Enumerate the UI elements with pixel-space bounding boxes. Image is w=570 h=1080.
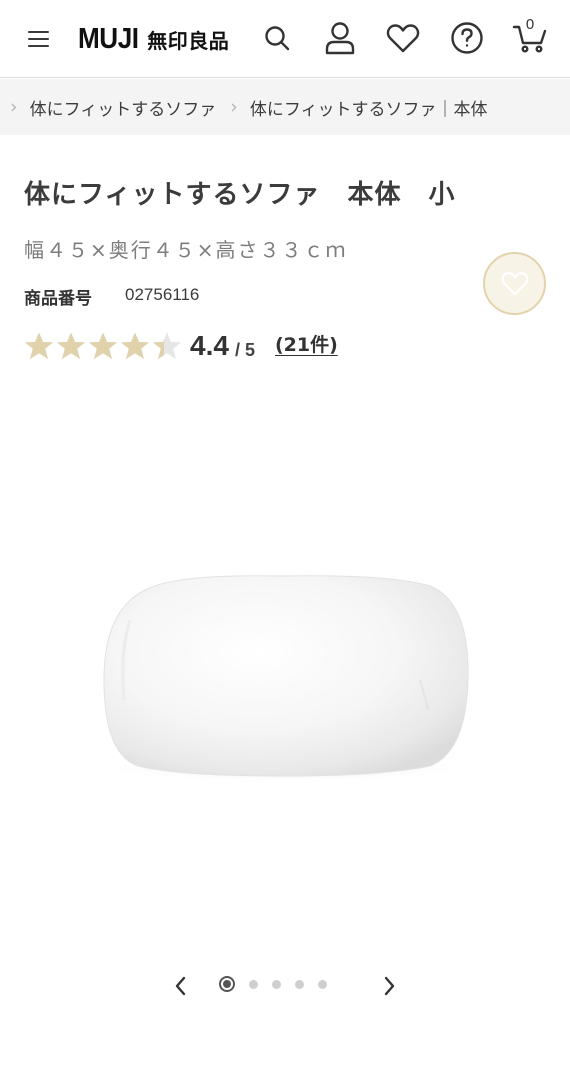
carousel-dots	[219, 976, 327, 992]
product-size: 幅４５×奥行４５×高さ３３ｃｍ	[24, 238, 348, 262]
image-carousel-nav	[165, 970, 405, 1002]
muji-logo[interactable]: MUJI 無印良品	[78, 22, 229, 56]
menu-icon[interactable]	[27, 29, 51, 49]
add-to-favorites-button[interactable]	[483, 252, 546, 315]
product-image[interactable]	[0, 380, 570, 960]
rating-score: 4.4	[190, 330, 229, 361]
cart-count-badge: 0	[525, 16, 535, 33]
search-icon[interactable]	[257, 18, 297, 58]
carousel-dot[interactable]	[318, 979, 327, 989]
carousel-dot[interactable]	[219, 976, 235, 992]
cart-icon[interactable]: 0	[510, 16, 550, 58]
site-header: MUJI 無印良品 0	[0, 0, 570, 78]
breadcrumb-link[interactable]: 体にフィットするソファ｜本体	[250, 95, 488, 120]
product-number: 02756116	[125, 285, 200, 304]
breadcrumb-item[interactable]: › 体にフィットするソファ	[0, 95, 216, 120]
carousel-dot[interactable]	[272, 979, 281, 989]
favorites-icon[interactable]	[383, 18, 423, 58]
rating-max: / 5	[234, 339, 255, 360]
carousel-dot[interactable]	[249, 979, 258, 989]
star-icon	[121, 332, 149, 359]
star-icon	[57, 332, 85, 359]
star-icon	[89, 332, 117, 359]
previous-image-button[interactable]	[167, 972, 195, 1000]
next-image-button[interactable]	[375, 972, 403, 1000]
review-count-link[interactable]: (21件)	[275, 330, 338, 357]
help-icon[interactable]	[447, 18, 487, 58]
account-icon[interactable]	[320, 18, 360, 58]
heart-icon	[501, 272, 528, 296]
logo-text-jp: 無印良品	[147, 28, 230, 53]
rating-stars	[24, 331, 182, 361]
star-icon	[25, 332, 53, 359]
breadcrumb-link[interactable]: 体にフィットするソファ	[30, 95, 217, 120]
chevron-right-icon: ›	[10, 96, 18, 118]
product-title: 体にフィットするソファ 本体 小	[24, 180, 456, 210]
breadcrumb-item[interactable]: › 体にフィットするソファ｜本体	[216, 95, 487, 120]
breadcrumb: › 体にフィットするソファ › 体にフィットするソファ｜本体	[0, 79, 570, 135]
star-icon	[153, 332, 181, 359]
carousel-dot[interactable]	[295, 979, 304, 989]
product-number-label: 商品番号	[24, 289, 92, 309]
logo-text-en: MUJI	[78, 22, 139, 55]
product-rating: 4.4 / 5 (21件)	[24, 328, 338, 364]
chevron-right-icon: ›	[230, 96, 238, 118]
